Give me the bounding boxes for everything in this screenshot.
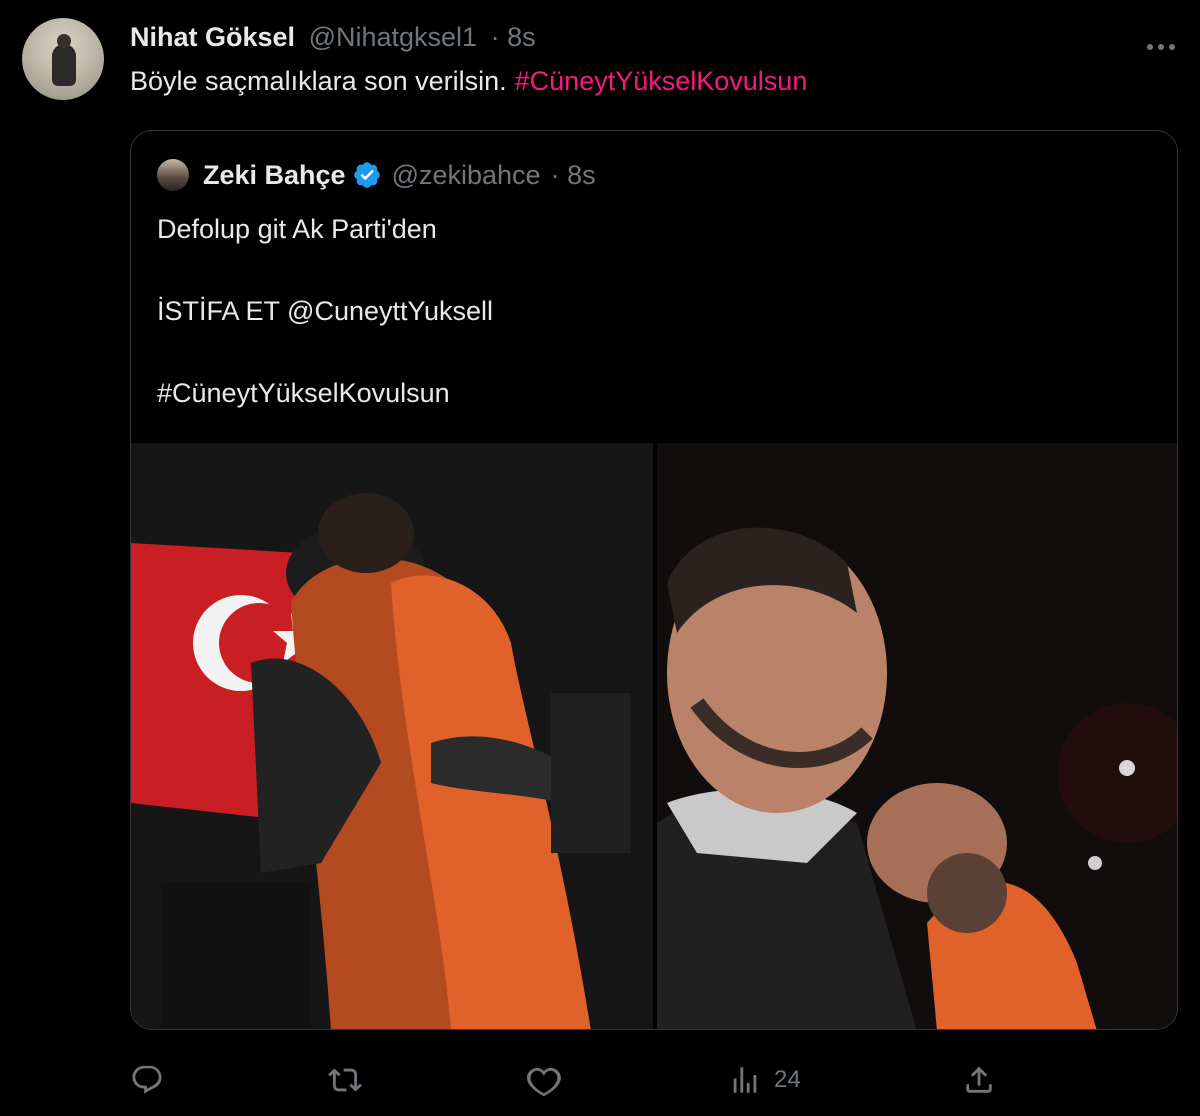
reply-button[interactable] bbox=[130, 1060, 164, 1100]
retweet-icon bbox=[328, 1068, 362, 1092]
author-name[interactable]: Nihat Göksel bbox=[130, 22, 295, 52]
views-icon bbox=[733, 1067, 757, 1093]
quoted-tweet[interactable]: Zeki Bahçe @zekibahce · 8s Defolup git A… bbox=[130, 130, 1178, 1030]
tweet-text: Böyle saçmalıklara son verilsin. #CüneytY… bbox=[130, 66, 807, 97]
share-icon bbox=[966, 1066, 992, 1093]
photo-smile-art bbox=[657, 443, 1177, 1029]
media-grid bbox=[131, 443, 1177, 1029]
views-button[interactable]: 24 bbox=[728, 1060, 801, 1100]
author-avatar[interactable] bbox=[22, 18, 104, 100]
photo-smile[interactable] bbox=[657, 443, 1177, 1029]
photo-hug[interactable] bbox=[131, 443, 653, 1029]
quoted-text: Defolup git Ak Parti'den İSTİFA ET @Cune… bbox=[157, 209, 493, 414]
author-handle[interactable]: @Nihatgksel1 bbox=[309, 22, 478, 52]
tweet-time[interactable]: · 8s bbox=[491, 22, 536, 52]
quoted-header: Zeki Bahçe @zekibahce · 8s bbox=[157, 159, 596, 191]
quoted-author-handle[interactable]: @zekibahce bbox=[392, 160, 541, 191]
tweet-header: Nihat Göksel @Nihatgksel1 · 8s bbox=[130, 22, 536, 53]
quoted-line-gap bbox=[157, 250, 493, 291]
quoted-line: Defolup git Ak Parti'den bbox=[157, 214, 437, 244]
photo-hug-art bbox=[131, 443, 653, 1029]
quoted-time[interactable]: · 8s bbox=[551, 160, 596, 191]
reply-icon bbox=[132, 1065, 162, 1094]
tweet-text-body: Böyle saçmalıklara son verilsin. bbox=[130, 66, 507, 96]
quoted-author-name[interactable]: Zeki Bahçe bbox=[203, 160, 346, 191]
like-button[interactable] bbox=[527, 1060, 561, 1100]
retweet-button[interactable] bbox=[328, 1060, 362, 1100]
action-bar: 24 bbox=[130, 1060, 1180, 1100]
quoted-line-gap bbox=[157, 332, 493, 373]
verified-badge-icon bbox=[353, 162, 380, 188]
hashtag-link[interactable]: #CüneytYükselKovulsun bbox=[515, 66, 808, 96]
tweet[interactable]: Nihat Göksel @Nihatgksel1 · 8s Böyle saç… bbox=[0, 0, 1200, 1116]
like-icon bbox=[527, 1067, 561, 1097]
quoted-line: #CüneytYükselKovulsun bbox=[157, 378, 450, 408]
more-icon[interactable] bbox=[1146, 26, 1176, 58]
quoted-avatar[interactable] bbox=[157, 159, 189, 191]
share-button[interactable] bbox=[962, 1060, 996, 1100]
views-count: 24 bbox=[774, 1066, 801, 1093]
quoted-line: İSTİFA ET @CuneyttYuksell bbox=[157, 296, 494, 326]
